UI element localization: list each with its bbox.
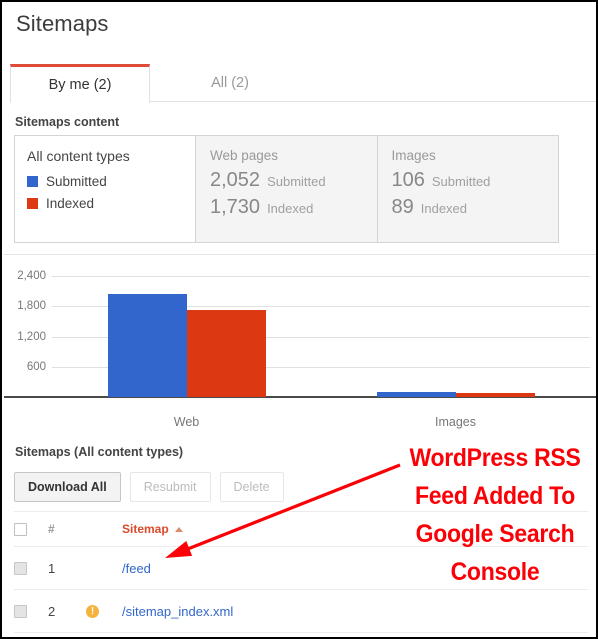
metric-images-indexed-label: Indexed	[420, 201, 468, 216]
chart-bar	[376, 391, 456, 397]
metric-web-pages-indexed-label: Indexed	[267, 201, 314, 216]
search-console-sitemaps-screen: Sitemaps By me (2) All (2) Sitemaps cont…	[0, 0, 598, 639]
column-header-sitemap-label: Sitemap	[122, 522, 169, 536]
row-select-cell	[14, 604, 48, 618]
chart-plot-area: 600 1,200 1,800 2,400 Web Images	[4, 266, 596, 429]
tab-all-label: All (2)	[211, 74, 249, 91]
table-row[interactable]: 2 ! /sitemap_index.xml	[14, 589, 588, 633]
sitemaps-content-heading: Sitemaps content	[15, 115, 120, 129]
resubmit-button[interactable]: Resubmit	[129, 472, 211, 502]
sort-ascending-icon	[174, 526, 183, 532]
metric-images-indexed-value: 89	[391, 196, 414, 218]
tab-by-me[interactable]: By me (2)	[10, 64, 150, 103]
legend-swatch-indexed	[27, 198, 38, 209]
content-types-legend-card: All content types Submitted Indexed	[15, 136, 195, 242]
row-status-cell: !	[86, 604, 122, 618]
metric-web-pages-submitted-value: 2,052	[210, 169, 261, 191]
download-all-button-label: Download All	[28, 480, 107, 494]
resubmit-button-label: Resubmit	[143, 480, 197, 494]
chart-y-tick-label: 600	[26, 360, 46, 373]
delete-button[interactable]: Delete	[219, 472, 284, 502]
legend-swatch-submitted	[27, 176, 38, 187]
metric-web-pages-indexed-value: 1,730	[210, 196, 261, 218]
metric-images-submitted-label: Submitted	[431, 174, 491, 189]
legend-item-indexed: Indexed	[27, 196, 195, 211]
legend-label-indexed: Indexed	[46, 196, 95, 211]
chart-gridline	[52, 276, 590, 278]
sitemap-link[interactable]: /feed	[122, 561, 151, 576]
metric-card-web-pages-title: Web pages	[210, 148, 279, 163]
chart-x-tick-label: Web	[173, 415, 200, 429]
legend-label-submitted: Submitted	[46, 174, 107, 189]
warning-icon: !	[86, 604, 99, 618]
metric-web-pages-submitted: 2,052 Submitted	[210, 169, 377, 192]
metric-card-web-pages: Web pages 2,052 Submitted 1,730 Indexed	[195, 136, 377, 242]
legend-title: All content types	[27, 148, 130, 164]
row-checkbox[interactable]	[14, 561, 27, 575]
tab-by-me-label: By me (2)	[48, 77, 112, 93]
chart-bar	[107, 293, 187, 397]
sitemaps-bar-chart: 600 1,200 1,800 2,400 Web Images	[4, 254, 596, 429]
metric-images-submitted-value: 106	[391, 169, 425, 191]
annotation-line-3: Google Search	[415, 520, 575, 548]
metric-images-submitted: 106 Submitted	[392, 169, 559, 192]
sitemaps-table-heading: Sitemaps (All content types)	[15, 445, 184, 459]
chart-y-tick-label: 1,200	[17, 330, 46, 343]
legend-item-submitted: Submitted	[27, 174, 195, 189]
select-all-cell	[14, 522, 48, 536]
annotation-line-2: Feed Added To	[415, 482, 575, 510]
chart-y-tick-label: 1,800	[17, 300, 46, 313]
metric-web-pages-indexed: 1,730 Indexed	[210, 196, 377, 219]
sitemaps-content-cards: All content types Submitted Indexed Web …	[14, 135, 559, 243]
row-select-cell	[14, 561, 48, 575]
annotation-line-4: Console	[450, 558, 540, 586]
select-all-checkbox[interactable]	[14, 522, 27, 536]
annotation-text: WordPress RSS Feed Added To Google Searc…	[405, 439, 585, 591]
sitemaps-toolbar: Download All Resubmit Delete	[14, 472, 284, 502]
annotation-line-1: WordPress RSS	[409, 444, 581, 472]
tab-all[interactable]: All (2)	[160, 64, 300, 102]
column-header-number: #	[48, 522, 55, 536]
row-number: 2	[48, 603, 56, 619]
chart-bar	[455, 392, 535, 397]
chart-y-tick-label: 2,400	[17, 270, 46, 283]
metric-card-images: Images 106 Submitted 89 Indexed	[376, 136, 559, 242]
download-all-button[interactable]: Download All	[14, 472, 121, 502]
sitemap-link[interactable]: /sitemap_index.xml	[122, 604, 233, 619]
chart-bar	[186, 309, 266, 397]
page-title: Sitemaps	[16, 11, 109, 36]
row-number: 1	[48, 560, 56, 576]
metric-images-indexed: 89 Indexed	[392, 196, 559, 219]
delete-button-label: Delete	[233, 480, 270, 494]
metric-web-pages-submitted-label: Submitted	[267, 174, 326, 189]
chart-top-rule	[4, 254, 596, 255]
metric-card-images-title: Images	[391, 148, 436, 163]
tab-bar: By me (2) All (2)	[10, 64, 596, 103]
chart-x-tick-label: Images	[435, 415, 476, 429]
row-checkbox[interactable]	[14, 604, 27, 618]
